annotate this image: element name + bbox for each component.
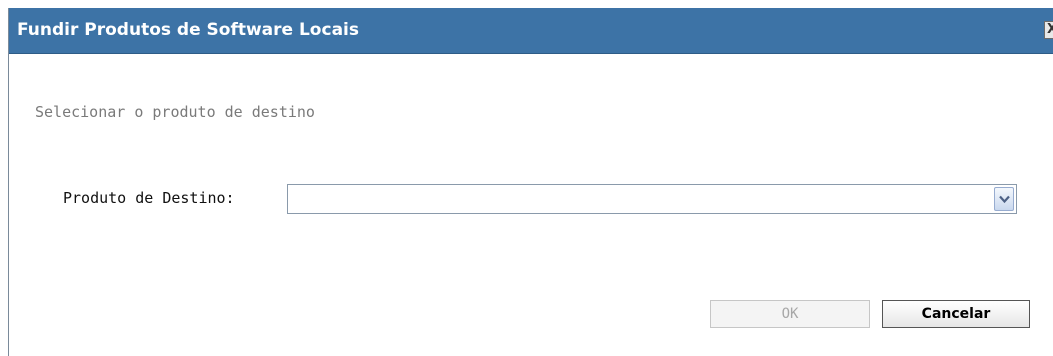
merge-products-dialog: Fundir Produtos de Software Locais X Sel… (8, 8, 1053, 356)
dropdown-button[interactable] (994, 187, 1014, 211)
chevron-down-icon (999, 195, 1010, 204)
dialog-title: Fundir Produtos de Software Locais (17, 20, 359, 40)
dialog-titlebar: Fundir Produtos de Software Locais X (9, 8, 1053, 54)
close-icon[interactable]: X (1044, 21, 1053, 39)
dialog-subtitle: Selecionar o produto de destino (35, 103, 315, 121)
target-product-label: Produto de Destino: (63, 189, 235, 207)
target-product-select[interactable] (287, 184, 1017, 214)
cancel-button[interactable]: Cancelar (882, 300, 1030, 328)
ok-button[interactable]: OK (710, 300, 870, 328)
